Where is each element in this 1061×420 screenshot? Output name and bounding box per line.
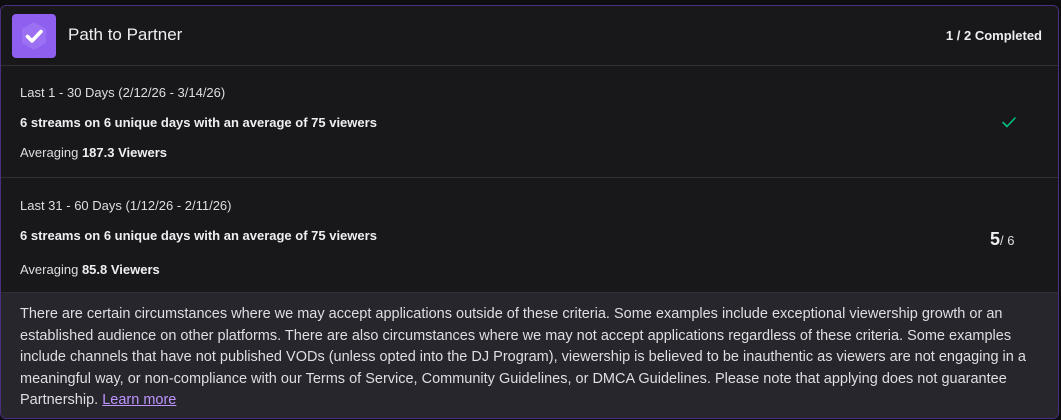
criteria-averaging: Averaging 85.8 Viewers: [20, 262, 160, 277]
criteria-averaging: Averaging 187.3 Viewers: [20, 145, 167, 160]
checkmark-icon: [1002, 117, 1016, 128]
criteria-row-last-30-days: Last 1 - 30 Days (2/12/26 - 3/14/26) 6 s…: [1, 66, 1058, 178]
partner-check-icon: [22, 22, 46, 50]
progress-current: 5: [990, 229, 1001, 249]
disclaimer-text: There are certain circumstances where we…: [20, 304, 1039, 412]
path-to-partner-card: Path to Partner 1 / 2 Completed Last 1 -…: [0, 5, 1059, 419]
averaging-label: Averaging: [20, 262, 79, 277]
completed-count: 1 / 2 Completed: [945, 28, 1042, 43]
card-title: Path to Partner: [68, 25, 183, 44]
card-header: Path to Partner 1 / 2 Completed: [1, 6, 1058, 66]
averaging-value: 85.8 Viewers: [81, 262, 160, 277]
partner-badge: [12, 14, 56, 58]
criteria-progress: 5/ 6: [990, 229, 1014, 250]
averaging-label: Averaging: [20, 145, 79, 160]
criteria-period: Last 31 - 60 Days (1/12/26 - 2/11/26): [20, 198, 232, 213]
criteria-period: Last 1 - 30 Days (2/12/26 - 3/14/26): [20, 85, 226, 100]
criteria-disclaimer: There are certain circumstances where we…: [1, 293, 1058, 418]
criteria-row-last-31-60-days: Last 31 - 60 Days (1/12/26 - 2/11/26) 6 …: [1, 178, 1058, 293]
learn-more-link[interactable]: Learn more: [102, 392, 176, 408]
averaging-value: 187.3 Viewers: [81, 145, 167, 160]
progress-total: / 6: [1000, 233, 1015, 248]
criteria-requirement: 6 streams on 6 unique days with an avera…: [20, 228, 377, 243]
criteria-requirement: 6 streams on 6 unique days with an avera…: [20, 115, 377, 130]
